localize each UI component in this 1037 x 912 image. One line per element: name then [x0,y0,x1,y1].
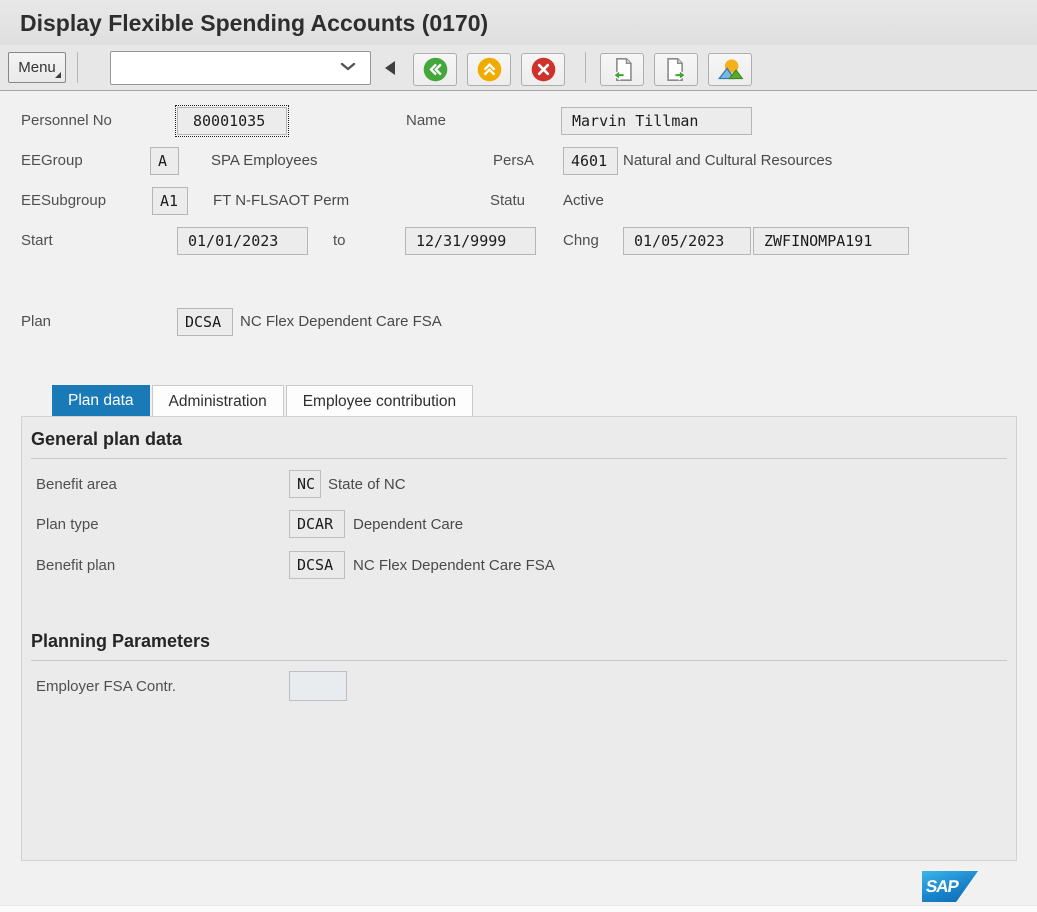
status-label: Statu [490,187,525,215]
back-icon [422,56,449,83]
name-label: Name [406,107,446,135]
plan-type-label: Plan type [36,511,99,539]
pers-a-label: PersA [493,147,534,175]
tab-employee-contribution[interactable]: Employee contribution [286,385,473,416]
overview-icon [717,56,744,83]
planning-parameters-heading: Planning Parameters [31,631,210,652]
name-field[interactable]: Marvin Tillman [561,107,752,135]
tab-administration[interactable]: Administration [152,385,284,416]
ee-group-label: EEGroup [21,147,83,175]
plan-label: Plan [21,308,51,336]
benefit-plan-desc: NC Flex Dependent Care FSA [353,552,555,580]
status-bar [0,905,1037,912]
to-label: to [333,227,346,255]
plan-field[interactable]: DCSA [177,308,233,336]
menu-button-label: Menu [18,59,56,76]
application-toolbar: Menu [0,45,1037,91]
personnel-no-label: Personnel No [21,107,112,135]
next-record-icon [663,56,690,83]
cancel-button[interactable] [521,53,565,86]
sap-logo-text: SAP [921,877,960,897]
ee-group-field[interactable]: A [150,147,179,175]
exit-button[interactable] [467,53,511,86]
ee-group-desc: SPA Employees [211,147,317,175]
benefit-area-field[interactable]: NC [289,470,321,498]
chng-label: Chng [563,227,599,255]
back-button[interactable] [413,53,457,86]
benefit-area-desc: State of NC [328,471,406,499]
menu-dropdown-corner-icon [55,72,61,78]
cancel-icon [530,56,557,83]
exit-icon [476,56,503,83]
sap-logo: SAP [922,871,978,902]
start-date-field[interactable]: 01/01/2023 [177,227,308,255]
section-divider [31,660,1007,661]
end-date-field[interactable]: 12/31/9999 [405,227,536,255]
overview-button[interactable] [708,53,752,86]
personnel-no-field[interactable]: 80001035 [177,107,287,135]
plan-data-tab-panel: General plan data Benefit area NC State … [21,416,1017,861]
title-bar: Display Flexible Spending Accounts (0170… [0,0,1037,45]
ee-subgroup-label: EESubgroup [21,187,106,215]
plan-desc: NC Flex Dependent Care FSA [240,308,442,336]
benefit-area-label: Benefit area [36,471,117,499]
benefit-plan-field[interactable]: DCSA [289,551,345,579]
page-title: Display Flexible Spending Accounts (0170… [0,0,1037,46]
plan-type-desc: Dependent Care [353,511,463,539]
start-label: Start [21,227,53,255]
chng-user-field[interactable]: ZWFINOMPA191 [753,227,909,255]
ee-subgroup-field[interactable]: A1 [152,187,188,215]
general-plan-data-heading: General plan data [31,429,182,450]
status-value: Active [563,187,604,215]
benefit-plan-label: Benefit plan [36,552,115,580]
collapse-toolbar-icon[interactable] [385,61,395,75]
tab-strip: Plan data Administration Employee contri… [52,385,475,416]
employer-fsa-contr-label: Employer FSA Contr. [36,673,176,701]
employer-fsa-contr-field[interactable] [289,671,347,701]
command-combobox[interactable] [110,51,371,85]
next-record-button[interactable] [654,53,698,86]
ee-subgroup-desc: FT N-FLSAOT Perm [213,187,349,215]
pers-a-desc: Natural and Cultural Resources [623,147,832,175]
previous-record-icon [609,56,636,83]
plan-type-field[interactable]: DCAR [289,510,345,538]
toolbar-separator [585,52,586,83]
previous-record-button[interactable] [600,53,644,86]
toolbar-separator [77,52,78,83]
menu-button[interactable]: Menu [8,52,66,83]
tab-plan-data[interactable]: Plan data [52,385,150,416]
chng-date-field[interactable]: 01/05/2023 [623,227,751,255]
section-divider [31,458,1007,459]
pers-a-field[interactable]: 4601 [563,147,618,175]
